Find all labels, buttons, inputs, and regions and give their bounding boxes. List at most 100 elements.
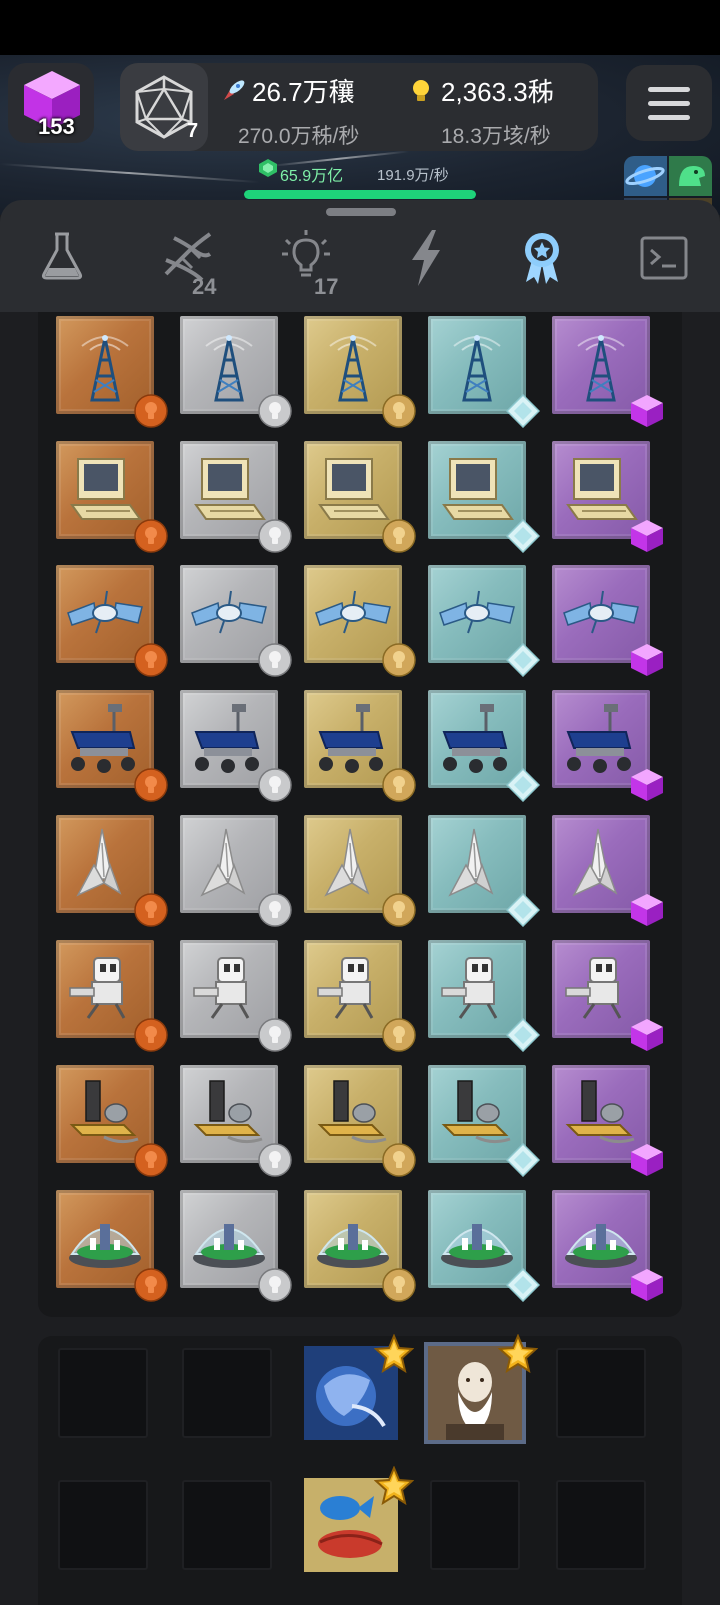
biodome-gold-item[interactable] [304, 1190, 416, 1302]
computer-cube-item[interactable] [552, 441, 663, 552]
selected-card-0-3[interactable] [424, 1333, 539, 1444]
radio-tower-silver-item[interactable] [180, 316, 292, 428]
award-ribbon-icon [525, 233, 559, 284]
reactor-bronze-item[interactable] [56, 1065, 168, 1177]
diamond-icon [505, 642, 541, 678]
rocket-value: 26.7万穰 [252, 77, 355, 107]
progress-fill [244, 190, 476, 199]
star-icon [373, 1333, 415, 1378]
space-shuttle-diamond-item[interactable] [428, 815, 541, 928]
satellite-diamond-item[interactable] [428, 565, 541, 678]
empty-slot[interactable] [556, 1348, 646, 1438]
reactor-silver-item[interactable] [180, 1065, 292, 1177]
green-gem-icon [259, 159, 277, 177]
gold-bulb-icon [382, 394, 416, 428]
dinosaur-icon [669, 156, 712, 196]
tab-console[interactable] [628, 230, 698, 294]
lightbulb-icon [413, 80, 429, 101]
bronze-bulb-icon [134, 394, 168, 428]
reactor-gold-item[interactable] [304, 1065, 416, 1177]
computer-bronze-item[interactable] [56, 441, 168, 553]
selected-card-0-2[interactable] [304, 1333, 415, 1440]
star-icon [373, 1465, 415, 1510]
purple-cube-icon [630, 768, 664, 802]
drag-handle[interactable] [326, 208, 396, 216]
reactor-diamond-item[interactable] [428, 1065, 541, 1178]
tab-awards[interactable] [506, 230, 576, 294]
computer-silver-item[interactable] [180, 441, 292, 553]
rover-gold-item[interactable] [304, 690, 416, 802]
radio-tower-cube-item[interactable] [552, 316, 663, 427]
satellite-cube-item[interactable] [552, 565, 663, 676]
empty-slot[interactable] [430, 1480, 520, 1570]
computer-gold-item[interactable] [304, 441, 416, 553]
bronze-bulb-icon [134, 1268, 168, 1302]
game-screen: 153 7 26.7万穰 270.0万秭/秒 2,363.3秭 18.3万垓/秒 [0, 0, 720, 1605]
planet-icon [624, 156, 667, 196]
rover-cube-item[interactable] [552, 690, 663, 801]
bronze-bulb-icon [134, 643, 168, 677]
diamond-icon [505, 767, 541, 803]
empty-slot[interactable] [182, 1348, 272, 1438]
diamond-icon [505, 1142, 541, 1178]
gem-value: 65.9万亿 [280, 168, 344, 185]
rover-bronze-item[interactable] [56, 690, 168, 802]
diamond-icon [505, 892, 541, 928]
robot-diamond-item[interactable] [428, 940, 541, 1053]
empty-slot[interactable] [182, 1480, 272, 1570]
d20-count: 7 [187, 120, 199, 142]
space-shuttle-bronze-item[interactable] [56, 815, 168, 927]
empty-slot[interactable] [58, 1348, 148, 1438]
gold-bulb-icon [382, 643, 416, 677]
tab-ideas[interactable]: 17 [268, 230, 338, 299]
silver-bulb-icon [258, 1268, 292, 1302]
menu-button[interactable] [626, 65, 712, 141]
satellite-bronze-item[interactable] [56, 565, 168, 677]
cube-count: 153 [38, 114, 75, 139]
empty-slot[interactable] [556, 1480, 646, 1570]
silver-bulb-icon [258, 768, 292, 802]
space-shuttle-cube-item[interactable] [552, 815, 663, 926]
tab-power[interactable] [394, 230, 464, 294]
biodome-diamond-item[interactable] [428, 1190, 541, 1303]
silver-bulb-icon [258, 643, 292, 677]
silver-bulb-icon [258, 519, 292, 553]
lightning-icon [412, 230, 440, 286]
radio-tower-diamond-item[interactable] [428, 316, 541, 429]
robot-gold-item[interactable] [304, 940, 416, 1052]
space-shuttle-gold-item[interactable] [304, 815, 416, 927]
reactor-cube-item[interactable] [552, 1065, 663, 1176]
radio-tower-gold-item[interactable] [304, 316, 416, 428]
empty-slot[interactable] [58, 1480, 148, 1570]
biodome-bronze-item[interactable] [56, 1190, 168, 1302]
biodome-cube-item[interactable] [552, 1190, 663, 1301]
rover-diamond-item[interactable] [428, 690, 541, 803]
progress-bar [244, 190, 476, 199]
purple-cube-icon [630, 893, 664, 927]
radio-tower-bronze-item[interactable] [56, 316, 168, 428]
gold-bulb-icon [382, 1018, 416, 1052]
purple-cube-icon [630, 1018, 664, 1052]
satellite-silver-item[interactable] [180, 565, 292, 677]
rover-silver-item[interactable] [180, 690, 292, 802]
tab-dna[interactable]: 24 [148, 230, 218, 299]
biodome-silver-item[interactable] [180, 1190, 292, 1302]
star-icon [373, 1333, 415, 1374]
diamond-icon [505, 393, 541, 429]
purple-cube-icon [630, 1268, 664, 1302]
tab-science[interactable] [26, 230, 96, 294]
computer-diamond-item[interactable] [428, 441, 541, 554]
diamond-icon [505, 1267, 541, 1303]
hamburger-icon [648, 87, 690, 92]
robot-cube-item[interactable] [552, 940, 663, 1051]
satellite-gold-item[interactable] [304, 565, 416, 677]
selected-card-1-2[interactable] [304, 1465, 415, 1572]
gold-bulb-icon [382, 893, 416, 927]
robot-bronze-item[interactable] [56, 940, 168, 1052]
silver-bulb-icon [258, 394, 292, 428]
gem-rate: 191.9万/秒 [377, 167, 449, 184]
tab-dna-badge: 24 [192, 274, 217, 299]
space-shuttle-silver-item[interactable] [180, 815, 292, 927]
robot-silver-item[interactable] [180, 940, 292, 1052]
status-bar [0, 0, 720, 55]
